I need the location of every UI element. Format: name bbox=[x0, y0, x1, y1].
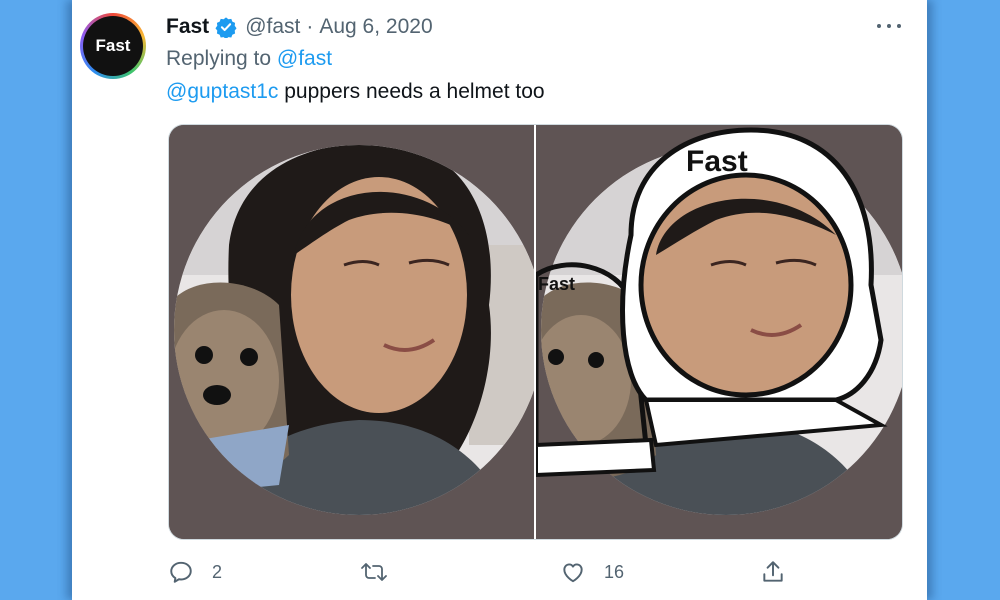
mention-link[interactable]: @guptast1c bbox=[166, 80, 278, 103]
helmet-label-small: Fast bbox=[538, 274, 575, 294]
tweet-header: Fast @fast · Aug 6, 2020 bbox=[166, 12, 433, 42]
replying-to-line: Replying to @fast bbox=[166, 47, 332, 71]
share-button[interactable] bbox=[760, 556, 786, 588]
photo-original[interactable] bbox=[169, 125, 534, 539]
helmet-label-big: Fast bbox=[686, 145, 748, 178]
replying-to-label: Replying to bbox=[166, 47, 272, 70]
retweet-button[interactable] bbox=[360, 556, 388, 588]
reply-button[interactable]: 2 bbox=[168, 556, 222, 588]
header-separator: · bbox=[306, 15, 314, 38]
reply-count: 2 bbox=[212, 561, 223, 582]
tweet-text: @guptast1c puppers needs a helmet too bbox=[166, 80, 545, 104]
media-grid: Fast Fast bbox=[168, 124, 903, 540]
author-handle[interactable]: @fast bbox=[245, 15, 300, 39]
like-count: 16 bbox=[604, 561, 625, 582]
retweet-icon bbox=[360, 559, 388, 585]
photo-helmet[interactable]: Fast Fast bbox=[536, 125, 902, 539]
author-name[interactable]: Fast bbox=[166, 15, 209, 39]
more-icon[interactable] bbox=[877, 16, 901, 36]
like-icon bbox=[560, 559, 586, 585]
tweet-date[interactable]: Aug 6, 2020 bbox=[319, 15, 432, 39]
avatar-logo: Fast bbox=[83, 16, 143, 76]
tweet-actions: 2 16 bbox=[168, 556, 888, 588]
like-button[interactable]: 16 bbox=[560, 556, 624, 588]
tweet-card: Fast Fast @fast · Aug 6, 2020 Replying t… bbox=[72, 0, 927, 600]
author-avatar[interactable]: Fast bbox=[80, 13, 146, 79]
replying-to-handle[interactable]: @fast bbox=[277, 47, 332, 70]
reply-icon bbox=[168, 559, 194, 585]
share-icon bbox=[760, 559, 786, 585]
tweet-body: puppers needs a helmet too bbox=[284, 80, 545, 103]
verified-badge-icon bbox=[215, 16, 237, 38]
